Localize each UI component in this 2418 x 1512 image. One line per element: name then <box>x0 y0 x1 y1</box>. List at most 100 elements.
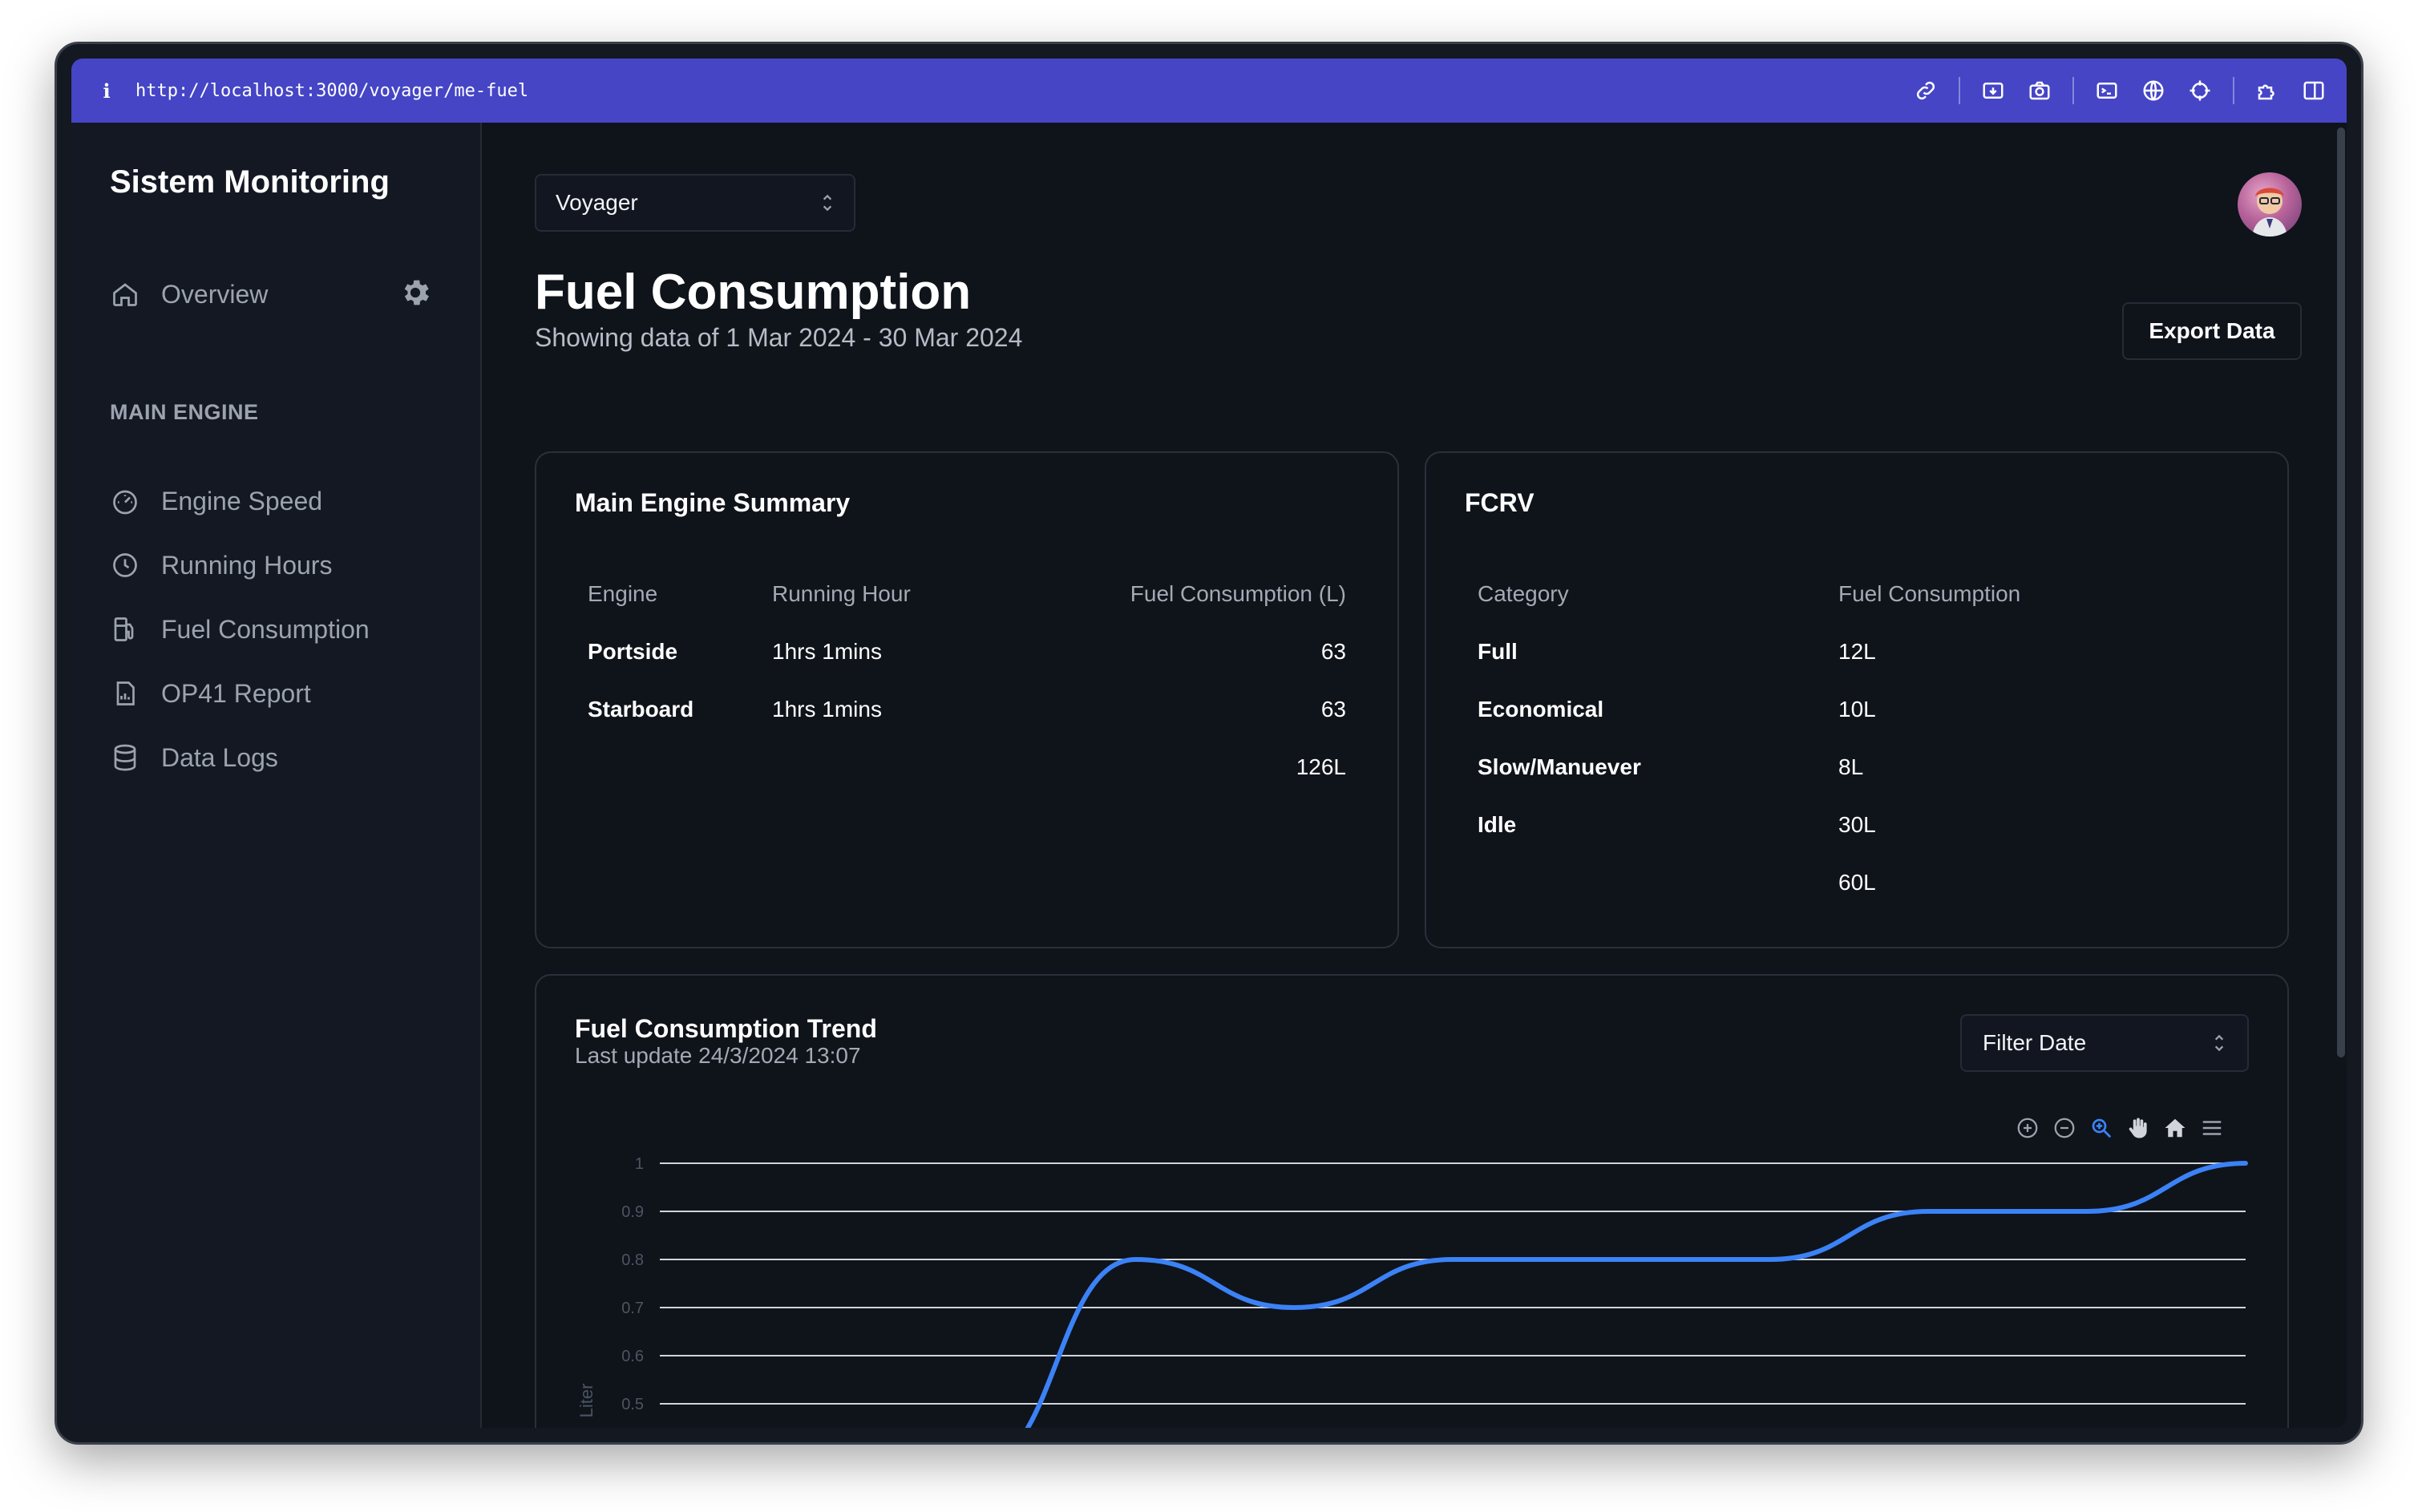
category-cell: Idle <box>1478 812 1517 837</box>
gear-icon[interactable] <box>398 276 432 313</box>
export-data-button[interactable]: Export Data <box>2122 302 2302 360</box>
table-row: Idle 30L <box>1478 796 2236 854</box>
url-text[interactable]: http://localhost:3000/voyager/me-fuel <box>135 81 528 101</box>
chevron-updown-icon <box>2212 1033 2226 1053</box>
y-tick-label: 0.7 <box>621 1300 644 1317</box>
filter-date-select[interactable]: Filter Date <box>1960 1014 2249 1072</box>
toolbar-divider <box>2072 77 2074 104</box>
filter-date-value: Filter Date <box>1983 1030 2087 1055</box>
report-icon <box>110 678 140 709</box>
toolbar-divider <box>1959 77 1960 104</box>
avatar[interactable] <box>2238 172 2302 237</box>
category-cell: Slow/Manuever <box>1478 754 1641 779</box>
fcrv-table: Category Fuel Consumption Full 12L Econo… <box>1478 565 2236 912</box>
fuel-cell: 10L <box>1838 697 1876 722</box>
vessel-select[interactable]: Voyager <box>535 174 855 232</box>
sidebar-item-op41-report[interactable]: OP41 Report <box>110 661 370 726</box>
zoom-in-icon[interactable] <box>2013 1114 2042 1142</box>
table-row: Slow/Manuever 8L <box>1478 738 2236 796</box>
fuel-cell: 8L <box>1838 754 1864 779</box>
sidebar-item-data-logs[interactable]: Data Logs <box>110 726 370 790</box>
split-view-icon[interactable] <box>2300 77 2327 104</box>
sidebar-item-running-hours[interactable]: Running Hours <box>110 533 370 597</box>
fuel-cell: 30L <box>1838 812 1876 837</box>
fuel-cell: 63 <box>1320 697 1346 722</box>
table-header: Category Fuel Consumption <box>1478 565 2236 623</box>
sidebar: Sistem Monitoring Overview MAIN ENGINE E… <box>71 123 482 1428</box>
sidebar-item-label: Running Hours <box>161 550 333 580</box>
category-cell: Economical <box>1478 697 1604 722</box>
menu-icon[interactable] <box>2198 1114 2226 1142</box>
category-cell: Full <box>1478 639 1518 664</box>
browser-toolbar <box>1912 77 2327 104</box>
card-title: FCRV <box>1465 488 1534 517</box>
y-tick-label: 0.5 <box>621 1396 644 1413</box>
main-engine-summary-card: Main Engine Summary Engine Running Hour … <box>535 451 1399 948</box>
sidebar-item-overview[interactable]: Overview <box>110 277 432 312</box>
extension-icon[interactable] <box>2254 77 2281 104</box>
sidebar-item-label: Data Logs <box>161 742 278 772</box>
link-icon[interactable] <box>1912 77 1939 104</box>
address-bar: i http://localhost:3000/voyager/me-fuel <box>71 59 2347 123</box>
sidebar-item-engine-speed[interactable]: Engine Speed <box>110 469 370 533</box>
info-icon[interactable]: i <box>91 79 123 103</box>
last-update-text: Last update 24/3/2024 13:07 <box>575 1043 861 1068</box>
summary-table: Engine Running Hour Fuel Consumption (L)… <box>588 565 1346 796</box>
crosshair-icon[interactable] <box>2186 77 2214 104</box>
table-row: Portside 1hrs 1mins 63 <box>588 623 1346 681</box>
fuel-cell: 12L <box>1838 639 1876 664</box>
y-tick-label: 1 <box>635 1155 644 1173</box>
browser-window: i http://localhost:3000/voyager/me-fuel <box>55 42 2363 1445</box>
y-tick-label: 0.8 <box>621 1251 644 1269</box>
table-row: Starboard 1hrs 1mins 63 <box>588 681 1346 738</box>
toolbar-divider <box>2233 77 2234 104</box>
column-header: Fuel Consumption (L) <box>1130 581 1346 606</box>
sidebar-item-fuel-consumption[interactable]: Fuel Consumption <box>110 597 370 661</box>
y-tick-label: 0.9 <box>621 1203 644 1221</box>
engine-cell: Portside <box>588 639 678 664</box>
database-icon <box>110 742 140 773</box>
section-heading: MAIN ENGINE <box>110 400 259 424</box>
globe-icon[interactable] <box>2140 77 2167 104</box>
series-line <box>1025 1161 2248 1428</box>
page-scrollbar[interactable] <box>2337 127 2345 1057</box>
fuel-pump-icon <box>110 614 140 645</box>
sidebar-item-label: OP41 Report <box>161 678 311 708</box>
card-title: Main Engine Summary <box>575 488 851 517</box>
engine-cell: Starboard <box>588 697 694 722</box>
pan-hand-icon[interactable] <box>2124 1114 2153 1142</box>
table-row: Full 12L <box>1478 623 2236 681</box>
table-total-row: 60L <box>1478 854 2236 912</box>
fuel-trend-card: Fuel Consumption Trend Last update 24/3/… <box>535 974 2289 1428</box>
total-cell: 126L <box>1296 754 1346 779</box>
zoom-selection-icon[interactable] <box>2087 1114 2116 1142</box>
running-hour-cell: 1hrs 1mins <box>772 639 882 664</box>
column-header: Fuel Consumption <box>1838 581 2021 606</box>
terminal-icon[interactable] <box>2093 77 2121 104</box>
screenshot-icon[interactable] <box>1979 77 2007 104</box>
y-axis-label: Liter <box>576 1384 596 1418</box>
browser-viewport: i http://localhost:3000/voyager/me-fuel <box>71 59 2347 1428</box>
sidebar-item-label: Fuel Consumption <box>161 614 370 644</box>
sidebar-item-label: Engine Speed <box>161 486 323 515</box>
zoom-out-icon[interactable] <box>2050 1114 2079 1142</box>
page-subtitle: Showing data of 1 Mar 2024 - 30 Mar 2024 <box>535 323 1023 352</box>
vessel-select-value: Voyager <box>556 190 638 215</box>
chevron-updown-icon <box>820 192 835 213</box>
camera-icon[interactable] <box>2026 77 2053 104</box>
table-header: Engine Running Hour Fuel Consumption (L) <box>588 565 1346 623</box>
main-content: Voyager Fuel Consumption Showing data of… <box>483 123 2347 1428</box>
app-brand: Sistem Monitoring <box>110 164 390 200</box>
home-reset-icon[interactable] <box>2161 1114 2190 1142</box>
running-hour-cell: 1hrs 1mins <box>772 697 882 722</box>
home-icon <box>110 279 140 309</box>
sidebar-nav: Engine Speed Running Hours Fuel Consumpt… <box>110 469 370 790</box>
column-header: Engine <box>588 581 658 606</box>
y-tick-label: 0.6 <box>621 1348 644 1365</box>
clock-icon <box>110 550 140 580</box>
total-cell: 60L <box>1838 870 1876 895</box>
page-title: Fuel Consumption <box>535 265 972 320</box>
fcrv-card: FCRV Category Fuel Consumption Full 12L … <box>1425 451 2289 948</box>
table-row: Economical 10L <box>1478 681 2236 738</box>
column-header: Running Hour <box>772 581 911 606</box>
